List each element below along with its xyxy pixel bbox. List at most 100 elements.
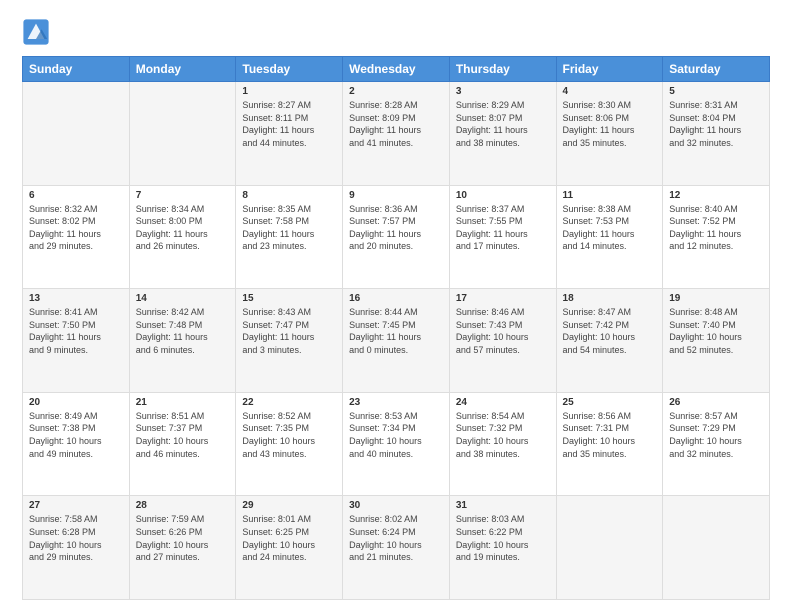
day-number: 6 bbox=[29, 190, 123, 201]
weekday-header: Saturday bbox=[663, 57, 770, 82]
day-info: Sunrise: 8:34 AM Sunset: 8:00 PM Dayligh… bbox=[136, 203, 230, 253]
calendar-cell: 24 Sunrise: 8:54 AM Sunset: 7:32 PM Dayli… bbox=[449, 392, 556, 496]
day-number: 15 bbox=[242, 293, 336, 304]
day-info: Sunrise: 8:28 AM Sunset: 8:09 PM Dayligh… bbox=[349, 99, 443, 149]
calendar-cell: 2 Sunrise: 8:28 AM Sunset: 8:09 PM Daylig… bbox=[343, 82, 450, 186]
day-number: 1 bbox=[242, 86, 336, 97]
day-number: 23 bbox=[349, 397, 443, 408]
day-number: 7 bbox=[136, 190, 230, 201]
calendar-cell: 29 Sunrise: 8:01 AM Sunset: 6:25 PM Dayli… bbox=[236, 496, 343, 600]
day-info: Sunrise: 8:27 AM Sunset: 8:11 PM Dayligh… bbox=[242, 99, 336, 149]
weekday-header: Sunday bbox=[23, 57, 130, 82]
calendar-cell: 26 Sunrise: 8:57 AM Sunset: 7:29 PM Dayli… bbox=[663, 392, 770, 496]
calendar-row: 13 Sunrise: 8:41 AM Sunset: 7:50 PM Dayli… bbox=[23, 289, 770, 393]
day-number: 8 bbox=[242, 190, 336, 201]
day-info: Sunrise: 8:51 AM Sunset: 7:37 PM Dayligh… bbox=[136, 410, 230, 460]
calendar-cell: 5 Sunrise: 8:31 AM Sunset: 8:04 PM Daylig… bbox=[663, 82, 770, 186]
calendar-cell: 23 Sunrise: 8:53 AM Sunset: 7:34 PM Dayli… bbox=[343, 392, 450, 496]
calendar-cell bbox=[663, 496, 770, 600]
day-number: 29 bbox=[242, 500, 336, 511]
day-number: 11 bbox=[563, 190, 657, 201]
day-info: Sunrise: 8:52 AM Sunset: 7:35 PM Dayligh… bbox=[242, 410, 336, 460]
day-info: Sunrise: 8:44 AM Sunset: 7:45 PM Dayligh… bbox=[349, 306, 443, 356]
calendar-cell bbox=[556, 496, 663, 600]
weekday-header: Monday bbox=[129, 57, 236, 82]
weekday-header: Tuesday bbox=[236, 57, 343, 82]
day-number: 22 bbox=[242, 397, 336, 408]
logo bbox=[22, 18, 54, 46]
day-info: Sunrise: 8:54 AM Sunset: 7:32 PM Dayligh… bbox=[456, 410, 550, 460]
day-info: Sunrise: 8:53 AM Sunset: 7:34 PM Dayligh… bbox=[349, 410, 443, 460]
calendar-cell: 22 Sunrise: 8:52 AM Sunset: 7:35 PM Dayli… bbox=[236, 392, 343, 496]
calendar-cell bbox=[129, 82, 236, 186]
calendar-row: 20 Sunrise: 8:49 AM Sunset: 7:38 PM Dayli… bbox=[23, 392, 770, 496]
day-info: Sunrise: 8:46 AM Sunset: 7:43 PM Dayligh… bbox=[456, 306, 550, 356]
day-info: Sunrise: 7:59 AM Sunset: 6:26 PM Dayligh… bbox=[136, 513, 230, 563]
day-number: 24 bbox=[456, 397, 550, 408]
day-number: 30 bbox=[349, 500, 443, 511]
day-number: 18 bbox=[563, 293, 657, 304]
day-info: Sunrise: 8:42 AM Sunset: 7:48 PM Dayligh… bbox=[136, 306, 230, 356]
day-number: 5 bbox=[669, 86, 763, 97]
calendar-cell: 27 Sunrise: 7:58 AM Sunset: 6:28 PM Dayli… bbox=[23, 496, 130, 600]
day-number: 10 bbox=[456, 190, 550, 201]
calendar-cell: 30 Sunrise: 8:02 AM Sunset: 6:24 PM Dayli… bbox=[343, 496, 450, 600]
day-number: 20 bbox=[29, 397, 123, 408]
day-info: Sunrise: 8:47 AM Sunset: 7:42 PM Dayligh… bbox=[563, 306, 657, 356]
day-info: Sunrise: 7:58 AM Sunset: 6:28 PM Dayligh… bbox=[29, 513, 123, 563]
day-info: Sunrise: 8:41 AM Sunset: 7:50 PM Dayligh… bbox=[29, 306, 123, 356]
calendar-cell bbox=[23, 82, 130, 186]
calendar-cell: 3 Sunrise: 8:29 AM Sunset: 8:07 PM Daylig… bbox=[449, 82, 556, 186]
calendar-cell: 8Sunrise: 8:35 AM Sunset: 7:58 PM Daylig… bbox=[236, 185, 343, 289]
calendar-row: 27 Sunrise: 7:58 AM Sunset: 6:28 PM Dayli… bbox=[23, 496, 770, 600]
calendar-cell: 14 Sunrise: 8:42 AM Sunset: 7:48 PM Dayli… bbox=[129, 289, 236, 393]
day-info: Sunrise: 8:30 AM Sunset: 8:06 PM Dayligh… bbox=[563, 99, 657, 149]
day-info: Sunrise: 8:57 AM Sunset: 7:29 PM Dayligh… bbox=[669, 410, 763, 460]
day-info: Sunrise: 8:29 AM Sunset: 8:07 PM Dayligh… bbox=[456, 99, 550, 149]
day-number: 3 bbox=[456, 86, 550, 97]
calendar-header-row: SundayMondayTuesdayWednesdayThursdayFrid… bbox=[23, 57, 770, 82]
calendar-row: 6Sunrise: 8:32 AM Sunset: 8:02 PM Daylig… bbox=[23, 185, 770, 289]
day-info: Sunrise: 8:40 AM Sunset: 7:52 PM Dayligh… bbox=[669, 203, 763, 253]
calendar-cell: 13 Sunrise: 8:41 AM Sunset: 7:50 PM Dayli… bbox=[23, 289, 130, 393]
weekday-header: Friday bbox=[556, 57, 663, 82]
calendar-cell: 21 Sunrise: 8:51 AM Sunset: 7:37 PM Dayli… bbox=[129, 392, 236, 496]
calendar-cell: 12 Sunrise: 8:40 AM Sunset: 7:52 PM Dayli… bbox=[663, 185, 770, 289]
calendar-cell: 16Sunrise: 8:44 AM Sunset: 7:45 PM Dayli… bbox=[343, 289, 450, 393]
day-number: 19 bbox=[669, 293, 763, 304]
day-number: 25 bbox=[563, 397, 657, 408]
day-info: Sunrise: 8:31 AM Sunset: 8:04 PM Dayligh… bbox=[669, 99, 763, 149]
day-info: Sunrise: 8:43 AM Sunset: 7:47 PM Dayligh… bbox=[242, 306, 336, 356]
calendar-cell: 11 Sunrise: 8:38 AM Sunset: 7:53 PM Dayli… bbox=[556, 185, 663, 289]
day-number: 2 bbox=[349, 86, 443, 97]
day-number: 9 bbox=[349, 190, 443, 201]
calendar-cell: 1 Sunrise: 8:27 AM Sunset: 8:11 PM Daylig… bbox=[236, 82, 343, 186]
day-info: Sunrise: 8:37 AM Sunset: 7:55 PM Dayligh… bbox=[456, 203, 550, 253]
day-number: 17 bbox=[456, 293, 550, 304]
calendar-cell: 7 Sunrise: 8:34 AM Sunset: 8:00 PM Daylig… bbox=[129, 185, 236, 289]
weekday-header: Thursday bbox=[449, 57, 556, 82]
day-info: Sunrise: 8:02 AM Sunset: 6:24 PM Dayligh… bbox=[349, 513, 443, 563]
calendar-cell: 6Sunrise: 8:32 AM Sunset: 8:02 PM Daylig… bbox=[23, 185, 130, 289]
calendar-table: SundayMondayTuesdayWednesdayThursdayFrid… bbox=[22, 56, 770, 600]
calendar-cell: 19Sunrise: 8:48 AM Sunset: 7:40 PM Dayli… bbox=[663, 289, 770, 393]
day-info: Sunrise: 8:01 AM Sunset: 6:25 PM Dayligh… bbox=[242, 513, 336, 563]
calendar-cell: 18 Sunrise: 8:47 AM Sunset: 7:42 PM Dayli… bbox=[556, 289, 663, 393]
day-number: 21 bbox=[136, 397, 230, 408]
day-number: 26 bbox=[669, 397, 763, 408]
calendar-cell: 9 Sunrise: 8:36 AM Sunset: 7:57 PM Daylig… bbox=[343, 185, 450, 289]
day-info: Sunrise: 8:36 AM Sunset: 7:57 PM Dayligh… bbox=[349, 203, 443, 253]
day-info: Sunrise: 8:38 AM Sunset: 7:53 PM Dayligh… bbox=[563, 203, 657, 253]
day-number: 14 bbox=[136, 293, 230, 304]
day-number: 31 bbox=[456, 500, 550, 511]
calendar-cell: 31Sunrise: 8:03 AM Sunset: 6:22 PM Dayli… bbox=[449, 496, 556, 600]
calendar-cell: 4Sunrise: 8:30 AM Sunset: 8:06 PM Daylig… bbox=[556, 82, 663, 186]
weekday-header: Wednesday bbox=[343, 57, 450, 82]
day-number: 12 bbox=[669, 190, 763, 201]
day-number: 28 bbox=[136, 500, 230, 511]
day-number: 13 bbox=[29, 293, 123, 304]
day-info: Sunrise: 8:56 AM Sunset: 7:31 PM Dayligh… bbox=[563, 410, 657, 460]
day-number: 27 bbox=[29, 500, 123, 511]
page-header bbox=[22, 18, 770, 46]
day-info: Sunrise: 8:49 AM Sunset: 7:38 PM Dayligh… bbox=[29, 410, 123, 460]
